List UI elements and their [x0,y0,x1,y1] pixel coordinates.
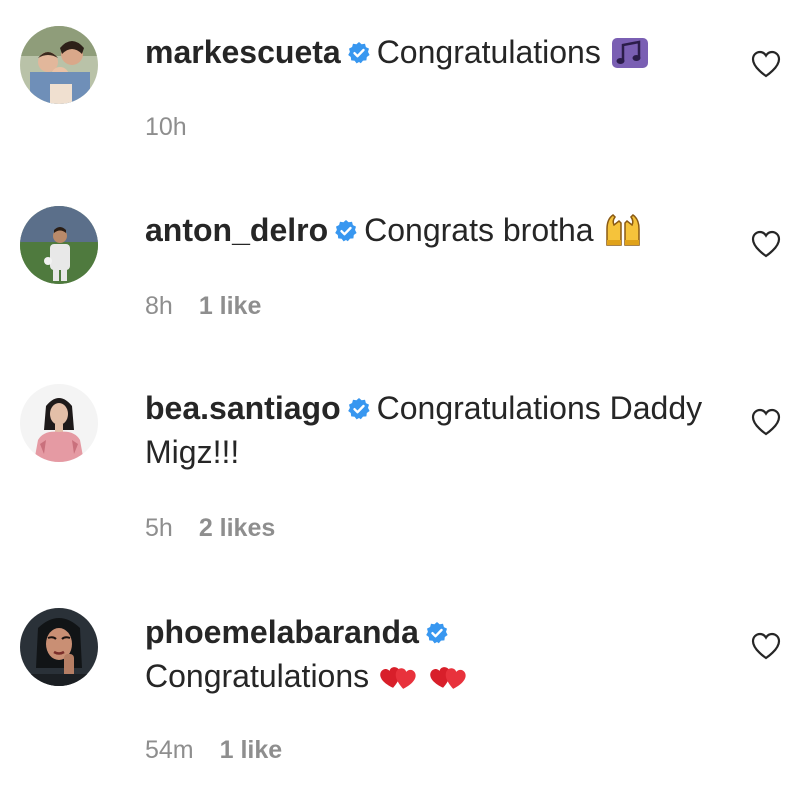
username-link[interactable]: bea.santiago [145,390,341,426]
comment-text: Congratulations [376,34,601,70]
comment-meta: 54m 1 like [145,736,282,765]
verified-badge-icon [334,219,358,243]
comment-body: bea.santiago Congratulations Daddy Migz!!… [145,386,705,474]
comment-item: markescueta Congratulations 10h [0,0,800,170]
verified-badge-icon [347,397,371,421]
comment-meta: 8h 1 like [145,292,261,321]
verified-badge-icon [347,41,371,65]
likes-count[interactable]: 1 like [220,736,283,764]
likes-count[interactable]: 1 like [199,292,262,320]
username-link[interactable]: phoemelabaranda [145,614,419,650]
comment-item: bea.santiago Congratulations Daddy Migz!!… [0,370,800,590]
music-notes-icon [611,37,649,69]
comment-meta: 5h 2 likes [145,514,275,543]
likes-count[interactable]: 2 likes [199,514,275,542]
raising-hands-icon [604,211,642,247]
timestamp[interactable]: 5h [145,514,173,542]
timestamp[interactable]: 8h [145,292,173,320]
comment-text: Congrats brotha [364,212,594,248]
username-link[interactable]: markescueta [145,34,341,70]
like-heart-icon[interactable] [750,228,782,260]
username-link[interactable]: anton_delro [145,212,328,248]
avatar[interactable] [20,206,98,284]
comment-item: phoemelabaranda Congratulations 54m 1 like [0,590,800,793]
like-heart-icon[interactable] [750,406,782,438]
comment-meta: 10h [145,113,187,142]
avatar[interactable] [20,608,98,686]
comment-body: markescueta Congratulations [145,30,705,74]
comment-body: anton_delro Congrats brotha [145,208,705,252]
comment-body: phoemelabaranda Congratulations [145,610,705,698]
two-hearts-icon [379,661,419,693]
comment-text: Congratulations [145,658,370,694]
verified-badge-icon [425,621,449,645]
timestamp[interactable]: 54m [145,736,194,764]
timestamp[interactable]: 10h [145,113,187,141]
avatar[interactable] [20,384,98,462]
two-hearts-icon [429,661,469,693]
avatar[interactable] [20,26,98,104]
comment-item: anton_delro Congrats brotha 8h 1 like [0,170,800,370]
like-heart-icon[interactable] [750,630,782,662]
like-heart-icon[interactable] [750,48,782,80]
